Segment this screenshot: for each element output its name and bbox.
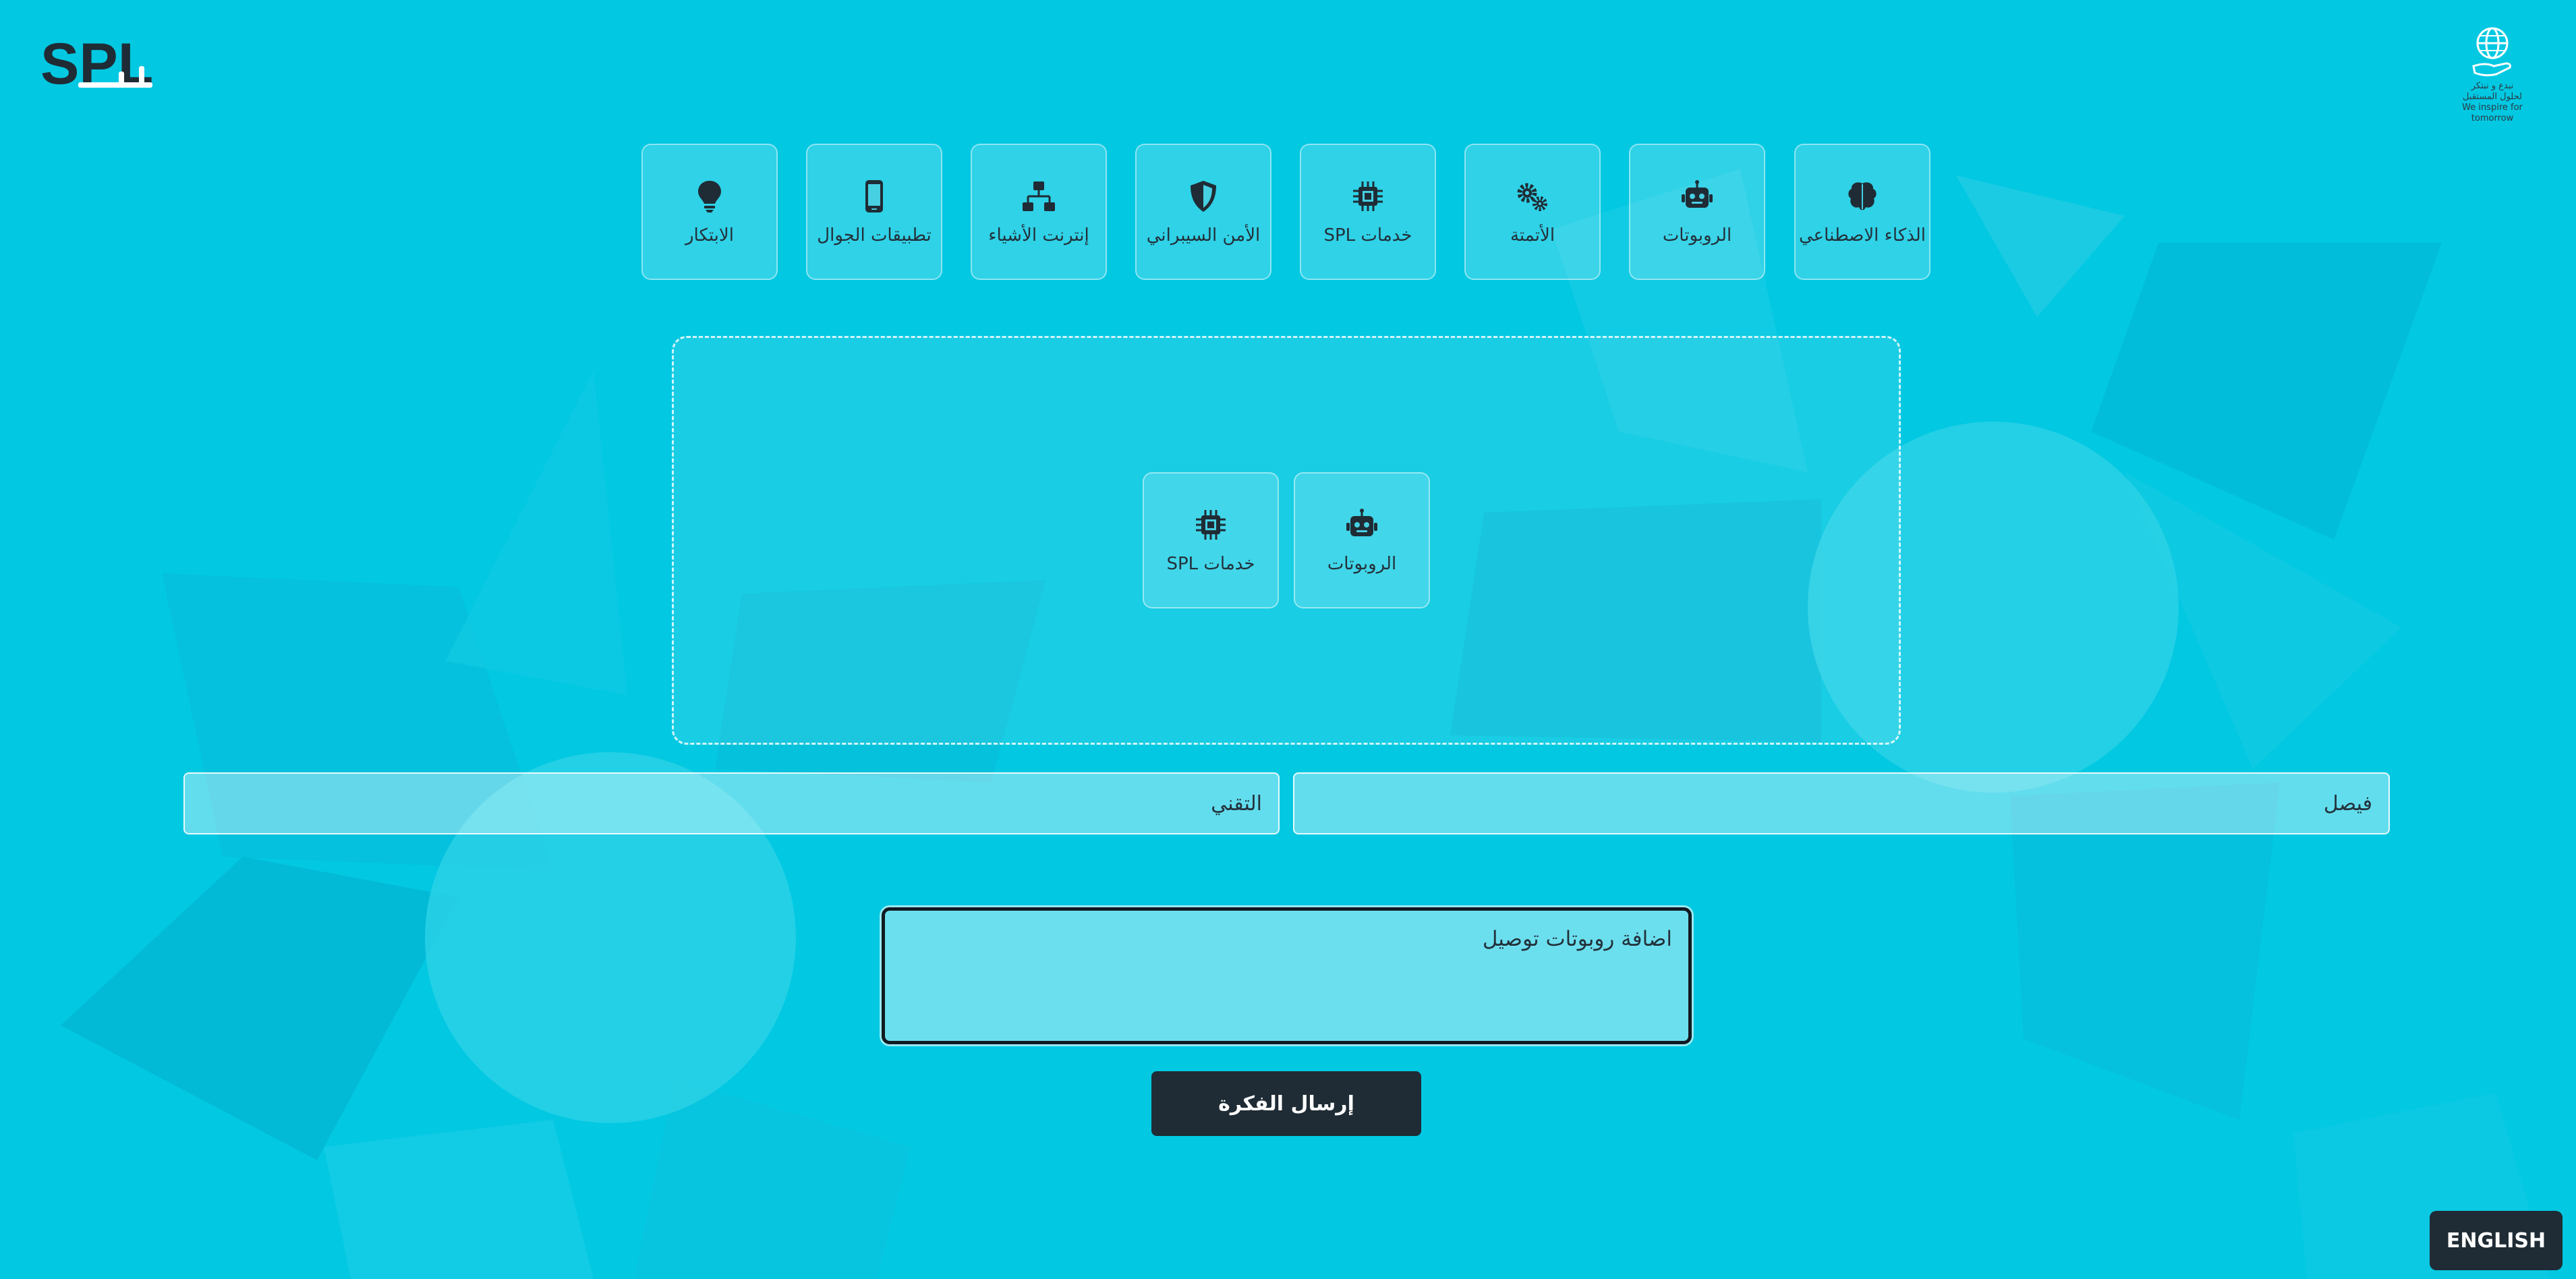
chip-icon — [1350, 178, 1386, 215]
language-toggle-button[interactable]: ENGLISH — [2430, 1211, 2563, 1270]
name-field[interactable] — [1293, 772, 2390, 834]
brand-line-1: نبدع و نبتكر — [2471, 81, 2514, 91]
category-tile-iot[interactable]: إنترنت الأشياء — [971, 144, 1107, 280]
selected-label: الروبوتات — [1327, 554, 1397, 574]
lightbulb-icon — [691, 178, 728, 215]
gears-icon — [1514, 178, 1551, 215]
mobile-icon — [856, 178, 892, 215]
brand-line-2: لحلول المستقبل — [2463, 92, 2522, 102]
category-label: الروبوتات — [1662, 225, 1732, 246]
brand-emblem: نبدع و نبتكر لحلول المستقبل We inspire f… — [2442, 24, 2543, 142]
robot-icon — [1679, 178, 1715, 215]
category-tile-cybersecurity[interactable]: الأمن السيبراني — [1135, 144, 1271, 280]
idea-textarea[interactable]: اضافة روبوتات توصيل — [882, 907, 1692, 1044]
selected-categories-dropzone[interactable] — [672, 336, 1901, 745]
submit-idea-button[interactable]: إرسال الفكرة — [1151, 1071, 1421, 1136]
chip-icon — [1193, 507, 1229, 543]
selected-tile-spl-services[interactable]: خدمات SPL — [1143, 472, 1279, 608]
category-label: تطبيقات الجوال — [817, 225, 932, 246]
brand-line-4: tomorrow — [2471, 113, 2514, 123]
category-label: الذكاء الاصطناعي — [1799, 225, 1926, 246]
network-icon — [1021, 178, 1057, 215]
shield-icon — [1185, 178, 1222, 215]
selected-label: خدمات SPL — [1166, 554, 1255, 574]
robot-icon — [1344, 507, 1380, 543]
brain-icon — [1844, 178, 1881, 215]
brand-line-3: We inspire for — [2462, 103, 2523, 113]
category-tile-automation[interactable]: الأتمتة — [1464, 144, 1601, 280]
category-label: الأمن السيبراني — [1146, 225, 1261, 246]
category-tile-mobile-apps[interactable]: تطبيقات الجوال — [806, 144, 942, 280]
category-tile-innovation[interactable]: الابتكار — [641, 144, 778, 280]
selected-tile-robotics[interactable]: الروبوتات — [1294, 472, 1430, 608]
category-label: الابتكار — [685, 225, 734, 246]
category-tile-spl-services[interactable]: خدمات SPL — [1300, 144, 1436, 280]
category-label: إنترنت الأشياء — [988, 225, 1089, 246]
spl-logo[interactable]: SPL — [38, 24, 159, 98]
globe-hand-icon — [2472, 27, 2511, 77]
category-tile-ai[interactable]: الذكاء الاصطناعي — [1794, 144, 1930, 280]
category-tile-robotics[interactable]: الروبوتات — [1629, 144, 1765, 280]
category-label: الأتمتة — [1510, 225, 1555, 246]
department-field[interactable] — [183, 772, 1280, 834]
category-label: خدمات SPL — [1323, 225, 1412, 246]
